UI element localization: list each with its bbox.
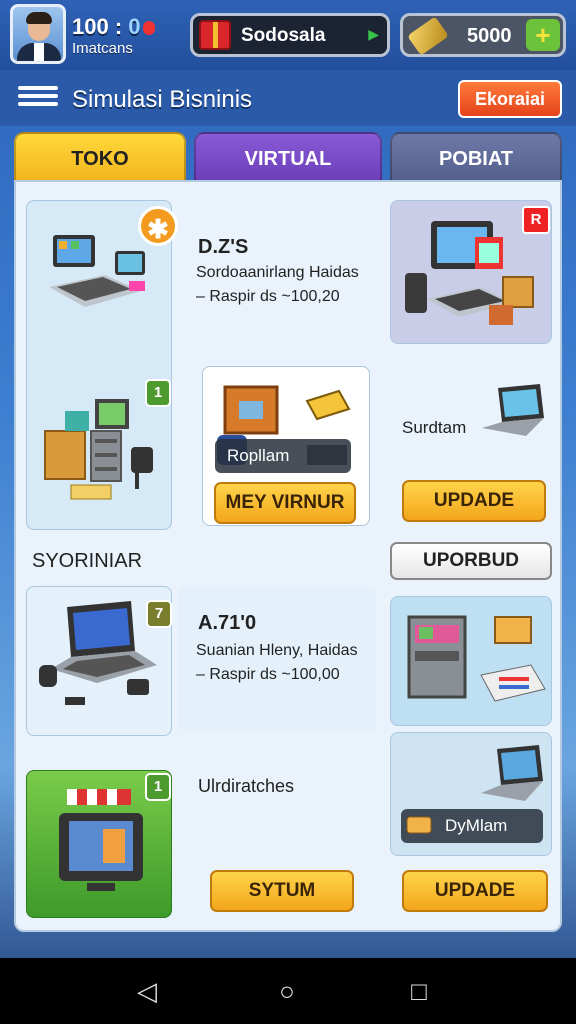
upgrade-section-button[interactable]: UPORBUD	[390, 542, 552, 580]
laptop-small-icon	[477, 743, 553, 813]
player-username: Imatcans	[72, 40, 133, 57]
add-gold-button[interactable]: +	[526, 19, 560, 51]
level-zero: 0	[128, 14, 141, 39]
sytum-button[interactable]: SYTUM	[210, 870, 354, 912]
new-star-badge-icon: ✱	[138, 206, 178, 246]
tab-pobiat[interactable]: POBIAT	[390, 132, 562, 182]
side1-label: Surdtam	[402, 418, 467, 437]
shop-panel: 1 ✱ D.Z'S Sordoaanirlang Haidas – Raspir…	[14, 180, 562, 932]
bread-box-icon	[405, 813, 433, 837]
gold-amount: 5000	[467, 25, 512, 47]
exit-button[interactable]: Ekoraiai	[458, 80, 562, 118]
featured-label: Ropllam	[215, 439, 351, 473]
update-button-2[interactable]: UPDADE	[402, 870, 548, 912]
laptop-icon	[478, 382, 554, 446]
item3-label: Ulrdiratches	[198, 776, 295, 796]
recent-apps-icon[interactable]: □	[404, 976, 434, 1006]
player-level: 100 : 0	[72, 14, 155, 40]
computer-setup-icon	[401, 207, 541, 337]
item2-badge: 7	[146, 600, 172, 628]
server-equipment-icon	[399, 603, 547, 723]
tab-toko[interactable]: TOKO	[14, 132, 186, 182]
gold-counter[interactable]: 5000 +	[400, 13, 566, 57]
tab-virtual[interactable]: VIRTUAL	[194, 132, 382, 182]
top-bar: 100 : 0 Imatcans Sodosala ▶ 5000 +	[0, 0, 576, 70]
gold-bar-icon	[407, 16, 449, 56]
cash-label: Sodosala	[241, 25, 326, 46]
gift-box-icon	[199, 20, 231, 50]
side2-label-text: DyMlam	[445, 816, 508, 835]
shop-monitor-icon	[51, 785, 161, 905]
buy-featured-button[interactable]: MEY VIRNUR	[214, 482, 356, 524]
avatar-hair	[26, 12, 52, 24]
side-card-2[interactable]	[390, 596, 552, 726]
notification-dot-icon	[142, 21, 155, 36]
item1-name: D.Z'S	[198, 236, 249, 258]
player-avatar[interactable]	[10, 4, 66, 64]
item-card-computer[interactable]: 1	[26, 200, 172, 530]
item2-description: Suanian Hleny, Haidas	[196, 642, 358, 659]
level-number: 100	[72, 14, 109, 39]
green-flag-icon: ▶	[368, 26, 379, 42]
menu-book-icon	[18, 86, 58, 112]
update-button-1[interactable]: UPDADE	[402, 480, 546, 522]
item2-name: A.71'0	[198, 612, 257, 634]
computer-desk-icon	[45, 229, 155, 319]
level-separator: :	[114, 14, 123, 39]
avatar-shirt	[34, 43, 44, 61]
item-card-monitor[interactable]: 1	[26, 770, 172, 918]
page-title: Simulasi Bisninis	[72, 86, 253, 113]
item3-badge: 1	[145, 773, 171, 801]
side1-badge: R	[522, 206, 550, 234]
back-icon[interactable]: ◁	[132, 976, 162, 1006]
item2-price: – Raspir ds ~100,00	[196, 666, 340, 683]
item1-description: Sordoaanirlang Haidas	[196, 264, 359, 281]
side-card-3[interactable]: DyMlam	[390, 732, 552, 856]
item-level-badge: 1	[145, 379, 171, 407]
section-title: SYORINIAR	[32, 550, 143, 572]
system-navigation-bar: ◁ ○ □	[0, 958, 576, 1024]
home-icon[interactable]: ○	[272, 976, 302, 1006]
item1-price: – Raspir ds ~100,20	[196, 288, 340, 305]
cash-counter[interactable]: Sodosala ▶	[190, 13, 390, 57]
